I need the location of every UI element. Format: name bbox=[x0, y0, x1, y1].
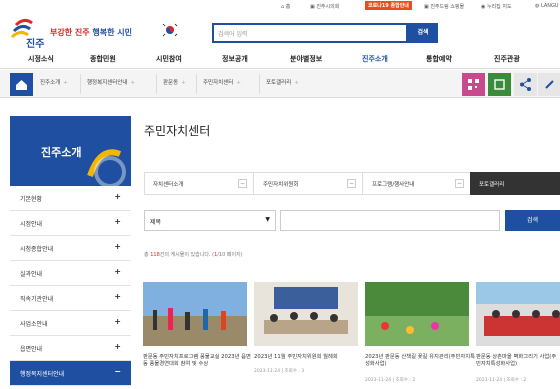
gallery-search-button[interactable]: 검색 bbox=[505, 210, 560, 231]
divider bbox=[156, 74, 157, 94]
print-icon bbox=[494, 79, 505, 90]
home-icon bbox=[16, 80, 27, 90]
chevron-down-icon: ▼ bbox=[265, 216, 270, 223]
sidebar-item-active[interactable]: 행정복지센터안내 − bbox=[10, 361, 131, 386]
sidebar-item[interactable]: 직속기관안내 + bbox=[10, 286, 131, 311]
gallery-thumbnail[interactable] bbox=[143, 282, 247, 346]
jinju-logo[interactable]: 진주 bbox=[10, 17, 50, 51]
divider bbox=[259, 74, 260, 94]
gallery-thumbnail[interactable] bbox=[476, 282, 560, 346]
link-icon bbox=[545, 80, 554, 89]
util-sitemap[interactable]: ◉ 누리집 지도 bbox=[481, 3, 512, 10]
korean-flag-icon bbox=[162, 22, 178, 38]
divider bbox=[196, 74, 197, 94]
gallery-thumbnail[interactable] bbox=[365, 282, 469, 346]
gallery-caption[interactable]: 2023년 판문동 산책길 꽃길 유지관리(주민자치특성화사업) bbox=[365, 354, 475, 368]
link-copy-button[interactable] bbox=[538, 73, 560, 96]
tab-intro[interactable]: 자치센터소개 − bbox=[144, 172, 253, 195]
tab-gallery[interactable]: 포토갤러리 bbox=[470, 172, 560, 195]
breadcrumb-item[interactable]: 진주소개 + bbox=[40, 78, 68, 86]
util-mall[interactable]: ▣ 진주드림 쇼핑몰 bbox=[424, 3, 464, 10]
gallery-caption[interactable]: 2023년 11월 주민자치위원회 월례회 bbox=[254, 354, 364, 361]
breadcrumb-item[interactable]: 판문동 + bbox=[163, 78, 186, 86]
gallery-caption[interactable]: 판문동 상촌마을 벽화그리기 사업(주민자치특성화사업) bbox=[476, 354, 560, 368]
gallery-thumbnail[interactable] bbox=[254, 282, 358, 346]
gnb-item-active[interactable]: 진주소개 bbox=[362, 54, 388, 64]
sidebar-item[interactable]: 사업소안내 + bbox=[10, 311, 131, 336]
util-home[interactable]: ⌂ 홈 bbox=[281, 3, 290, 10]
home-button[interactable] bbox=[10, 73, 33, 96]
breadcrumb-item[interactable]: 주민자치센터 + bbox=[203, 78, 241, 86]
keyword-input[interactable] bbox=[280, 210, 500, 231]
util-council[interactable]: ▣ 진주시의회 bbox=[310, 3, 339, 10]
divider bbox=[80, 74, 81, 94]
util-language[interactable]: ◍ LANGU bbox=[535, 3, 559, 9]
gallery-meta: 2023-11-24 | 조회수 : 2 bbox=[365, 378, 416, 383]
print-button[interactable] bbox=[488, 73, 511, 96]
search-field-select[interactable]: 제목 ▼ bbox=[144, 210, 276, 231]
search-input[interactable]: 검색어 입력 bbox=[212, 23, 408, 43]
util-corona-link[interactable]: 코로나19 종합안내 bbox=[365, 1, 412, 10]
gnb-item[interactable]: 통합예약 bbox=[426, 54, 452, 64]
breadcrumb-item[interactable]: 포토갤러리 + bbox=[266, 78, 299, 86]
gallery-caption[interactable]: 판문동 주민자치프로그램 풍물교실 2023년 읍면동 풍물경연대회 참여 및 … bbox=[143, 354, 253, 368]
gallery-meta: 2023-11-24 | 조회수 : 2 bbox=[476, 378, 527, 383]
post-count: 총 118건의 게시물이 있습니다. (1/10 페이지) bbox=[144, 252, 243, 258]
sidebar-item[interactable]: 실과안내 + bbox=[10, 261, 131, 286]
gnb-item[interactable]: 종합민원 bbox=[90, 54, 116, 64]
page-title: 주민자치센터 bbox=[144, 124, 211, 138]
gnb-item[interactable]: 진주관광 bbox=[494, 54, 520, 64]
share-icon bbox=[520, 78, 531, 91]
gnb-item[interactable]: 시정소식 bbox=[28, 54, 54, 64]
breadcrumb-item[interactable]: 행정복지센터안내 + bbox=[87, 78, 135, 86]
sidebar-title: 진주소개 bbox=[10, 116, 131, 186]
gnb-item[interactable]: 정보공개 bbox=[222, 54, 248, 64]
search-button[interactable]: 검색 bbox=[408, 23, 438, 43]
gallery-meta: 2023-11-24 | 조회수 : 3 bbox=[254, 369, 305, 374]
slogan: 부강한 진주 행복한 시민 bbox=[50, 28, 132, 37]
decorative-ring-icon bbox=[87, 149, 126, 186]
sidebar-item[interactable]: 기본현황 + bbox=[10, 186, 131, 211]
sidebar-item[interactable]: 읍면안내 + bbox=[10, 336, 131, 361]
tab-committee[interactable]: 주민자치위원회 − bbox=[253, 172, 362, 195]
gnb-item[interactable]: 분야별정보 bbox=[290, 54, 322, 64]
sidebar-item[interactable]: 시청종합안내 + bbox=[10, 236, 131, 261]
share-button[interactable] bbox=[514, 73, 537, 96]
sidebar-item[interactable]: 시정안내 + bbox=[10, 211, 131, 236]
gnb-item[interactable]: 시민참여 bbox=[156, 54, 182, 64]
tab-programs[interactable]: 프로그램/행사안내 − bbox=[362, 172, 470, 195]
utility-bar: ⌂ 홈 ▣ 진주시의회 코로나19 종합안내 ▣ 진주드림 쇼핑몰 ◉ 누리집 … bbox=[0, 0, 560, 14]
qr-icon bbox=[468, 79, 479, 90]
qr-button[interactable] bbox=[462, 73, 485, 96]
main-navigation: 시정소식 종합민원 시민참여 정보공개 분야별정보 진주소개 통합예약 진주관광 bbox=[0, 48, 560, 69]
